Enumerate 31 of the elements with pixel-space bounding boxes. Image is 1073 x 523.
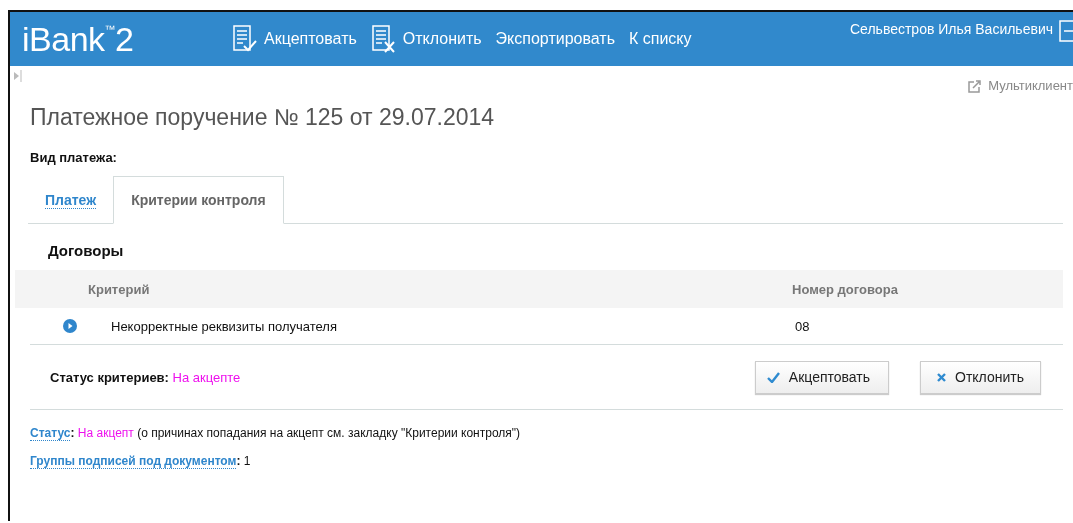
document-x-icon bbox=[370, 24, 397, 54]
toolbar-button[interactable]: Экспортировать bbox=[495, 30, 615, 48]
tab[interactable]: Платеж bbox=[28, 176, 114, 224]
user-name: Сельвестров Илья Васильевич bbox=[850, 21, 1053, 37]
signature-groups-line: Группы подписей под документом: 1 bbox=[30, 454, 252, 468]
accept-button[interactable]: Акцептовать bbox=[754, 360, 890, 394]
table-cell: 08 bbox=[795, 318, 810, 334]
table-cell-text: Некорректные реквизиты получателя bbox=[111, 318, 338, 334]
tab[interactable]: Критерии контроля bbox=[113, 176, 284, 224]
document-title: Платежное поручение № 125 от 29.07.2014 bbox=[30, 104, 496, 132]
signature-groups-link[interactable]: Группы подписей под документом bbox=[30, 454, 237, 469]
check-icon bbox=[766, 371, 780, 383]
toolbar-button[interactable]: Акцептовать bbox=[232, 24, 357, 54]
column-header: Номер договора bbox=[792, 281, 898, 297]
document-check-icon bbox=[232, 24, 258, 54]
app-logo: iBank$^{™}$2 bbox=[22, 19, 135, 59]
field-label: Вид платежа: bbox=[30, 150, 118, 165]
collapse-icon[interactable] bbox=[14, 70, 22, 82]
multiclient-link[interactable]: Мультиклиент bbox=[968, 78, 1073, 93]
close-icon bbox=[937, 372, 947, 382]
criteria-status: Статус критериев: На акцепте bbox=[50, 369, 241, 385]
share-icon bbox=[968, 78, 983, 93]
section-title: Договоры bbox=[48, 242, 125, 261]
play-icon[interactable] bbox=[63, 319, 77, 333]
status-link[interactable]: Статус bbox=[30, 426, 71, 441]
exit-icon[interactable] bbox=[1059, 20, 1073, 42]
column-header: Критерий bbox=[88, 281, 151, 297]
toolbar-button[interactable]: К списку bbox=[629, 30, 692, 48]
reject-button[interactable]: Отклонить bbox=[920, 360, 1041, 394]
status-line: Статус: На акцепт (о причинах попадания на акцепт см. закладку "Критерии контроля") bbox=[30, 426, 522, 440]
toolbar-button[interactable]: Отклонить bbox=[370, 24, 482, 54]
